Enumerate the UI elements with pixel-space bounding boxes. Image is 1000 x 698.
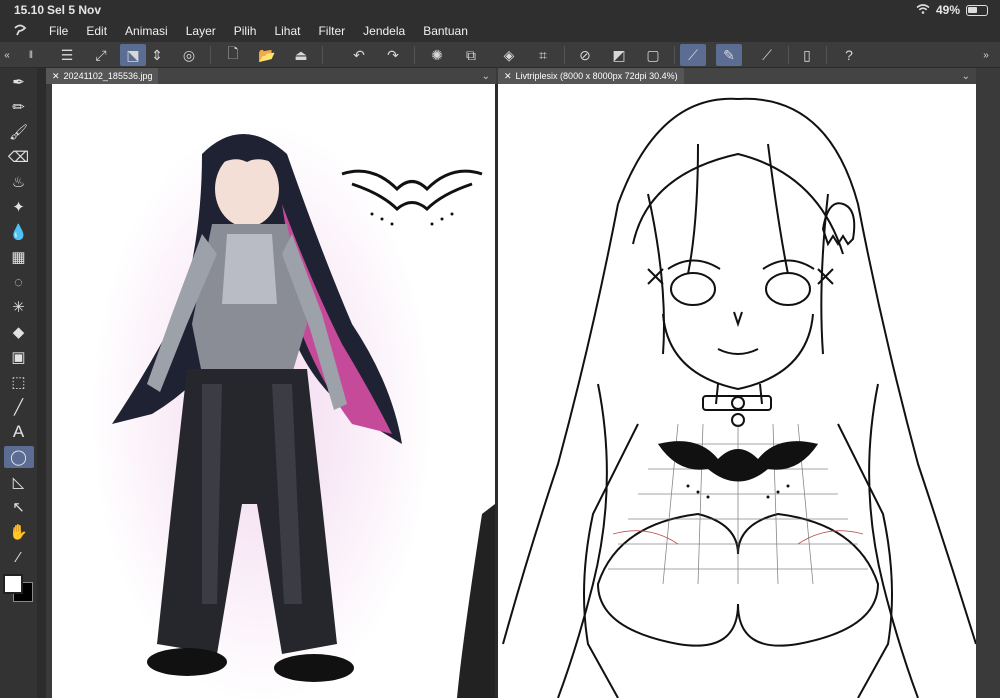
select-object-icon[interactable]: ↖ <box>4 496 34 518</box>
balloon-tool-icon[interactable]: ◯ <box>3 446 34 468</box>
menu-edit[interactable]: Edit <box>77 24 116 38</box>
menu-layer[interactable]: Layer <box>177 24 225 38</box>
eraser-tool-icon[interactable]: ⌫ <box>4 146 34 168</box>
close-icon[interactable]: ✕ <box>52 71 60 82</box>
pen-snap-icon[interactable]: ⟋ <box>754 44 780 66</box>
tab-line-art[interactable]: ✕ Livtriplesix (8000 x 8000px 72dpi 30.4… <box>498 68 684 84</box>
collapse-left-icon[interactable]: « <box>0 44 14 66</box>
frame-icon[interactable]: ▢ <box>640 44 666 66</box>
app-logo-icon[interactable] <box>0 23 40 40</box>
help-icon[interactable]: ? <box>836 44 862 66</box>
close-icon[interactable]: ✕ <box>504 71 512 82</box>
hand-tool-icon[interactable]: ✋ <box>4 521 34 543</box>
battery-icon <box>966 4 988 16</box>
menu-bar: File Edit Animasi Layer Pilih Lihat Filt… <box>0 20 1000 42</box>
line-tool-icon[interactable]: ╱ <box>4 396 34 418</box>
status-right-group: 49% <box>916 3 988 17</box>
gradient-icon[interactable]: ◩ <box>606 44 632 66</box>
panel-divider[interactable] <box>37 68 46 698</box>
device-icon[interactable]: ▯ <box>794 44 820 66</box>
collapse-right-icon[interactable]: » <box>976 44 996 66</box>
eyedropper-tool-icon[interactable]: ⁄ <box>4 546 34 568</box>
clear-icon[interactable]: ⊘ <box>572 44 598 66</box>
right-panel-edge <box>976 68 1000 698</box>
chevron-down-icon[interactable]: ⌄ <box>962 71 976 82</box>
tool-panel: ✒ ✏ 🖌 ⌫ ♨ ✦ 💧 ▦ ◌ ✳ ◆ ▣ ⬚ ╱ A ◯ ◺ ↖ ✋ ⁄ <box>0 68 37 698</box>
menu-file[interactable]: File <box>40 24 77 38</box>
magic-wand-icon[interactable]: ✳ <box>4 296 34 318</box>
menu-filter[interactable]: Filter <box>309 24 354 38</box>
tab-label: Livtriplesix (8000 x 8000px 72dpi 30.4%) <box>515 71 678 81</box>
color-swatches <box>0 572 37 612</box>
right-tab-bar: ✕ Livtriplesix (8000 x 8000px 72dpi 30.4… <box>498 68 976 84</box>
stepper-icon[interactable]: ⇕ <box>150 44 164 66</box>
move-layer-icon[interactable]: ⬚ <box>4 371 34 393</box>
wifi-icon <box>916 3 930 17</box>
menu-pilih[interactable]: Pilih <box>225 24 266 38</box>
text-tool-icon[interactable]: A <box>4 421 34 443</box>
menu-bantuan[interactable]: Bantuan <box>414 24 477 38</box>
ruler-snap-icon[interactable]: ⟋ <box>680 44 706 66</box>
fit-canvas-icon[interactable]: ⤢ <box>88 44 114 66</box>
new-file-icon[interactable]: 🗋 <box>220 44 246 66</box>
clock-time: 15.10 <box>14 3 45 17</box>
reference-illustration <box>92 124 495 698</box>
system-status-bar: 15.10 Sel 5 Nov 49% <box>0 0 1000 20</box>
frame-tool-icon[interactable]: ◺ <box>4 471 34 493</box>
tab-reference-image[interactable]: ✕ 20241102_185536.jpg <box>46 68 159 84</box>
tab-label: 20241102_185536.jpg <box>63 71 153 81</box>
lineart-canvas[interactable] <box>498 84 976 698</box>
export-icon[interactable]: ⏏ <box>288 44 314 66</box>
blend-tool-icon[interactable]: 💧 <box>4 221 34 243</box>
brush-snap-icon[interactable]: ✎ <box>716 44 742 66</box>
reference-canvas[interactable] <box>52 84 495 698</box>
copy-layer-icon[interactable]: ⧉ <box>458 44 484 66</box>
loading-icon[interactable]: ✺ <box>424 44 450 66</box>
fill-tool-icon[interactable]: ◆ <box>4 321 34 343</box>
menu-jendela[interactable]: Jendela <box>354 24 414 38</box>
main-color-swatch[interactable] <box>3 574 23 594</box>
lineart-illustration <box>502 97 976 698</box>
undo-icon[interactable]: ↶ <box>346 44 372 66</box>
redo-icon[interactable]: ↷ <box>380 44 406 66</box>
lasso-tool-icon[interactable]: ◌ <box>4 271 34 293</box>
chevron-down-icon[interactable]: ⌄ <box>482 71 496 82</box>
clock-date: Sel 5 Nov <box>47 3 102 17</box>
layer-target-icon[interactable]: ◎ <box>176 44 202 66</box>
grid-tool-icon[interactable]: ▦ <box>4 246 34 268</box>
pencil-tool-icon[interactable]: ✏ <box>4 96 34 118</box>
crop-icon[interactable]: ⌗ <box>530 44 556 66</box>
command-bar: « ‖ ☰ ⤢ ⬔ ⇕ ◎ 🗋 📂 ⏏ ↶ ↷ ✺ ⧉ ◈ ⌗ ⊘ ◩ ▢ ⟋ … <box>0 42 1000 68</box>
gradient-tool-icon[interactable]: ▣ <box>4 346 34 368</box>
pen-tool-icon[interactable]: ✒ <box>4 71 34 93</box>
menu-animasi[interactable]: Animasi <box>116 24 177 38</box>
decoration-tool-icon[interactable]: ✦ <box>4 196 34 218</box>
brush-tool-icon[interactable]: 🖌 <box>4 121 34 143</box>
menu-lihat[interactable]: Lihat <box>265 24 309 38</box>
menu-icon[interactable]: ☰ <box>54 44 80 66</box>
left-tab-bar: ✕ 20241102_185536.jpg ⌄ <box>46 68 496 84</box>
fill-bucket-icon[interactable]: ◈ <box>496 44 522 66</box>
airbrush-tool-icon[interactable]: ♨ <box>4 171 34 193</box>
battery-percent: 49% <box>935 3 960 17</box>
panel-toggle-icon[interactable]: ‖ <box>24 44 38 66</box>
open-folder-icon[interactable]: 📂 <box>254 44 280 66</box>
transform-icon[interactable]: ⬔ <box>120 44 146 66</box>
